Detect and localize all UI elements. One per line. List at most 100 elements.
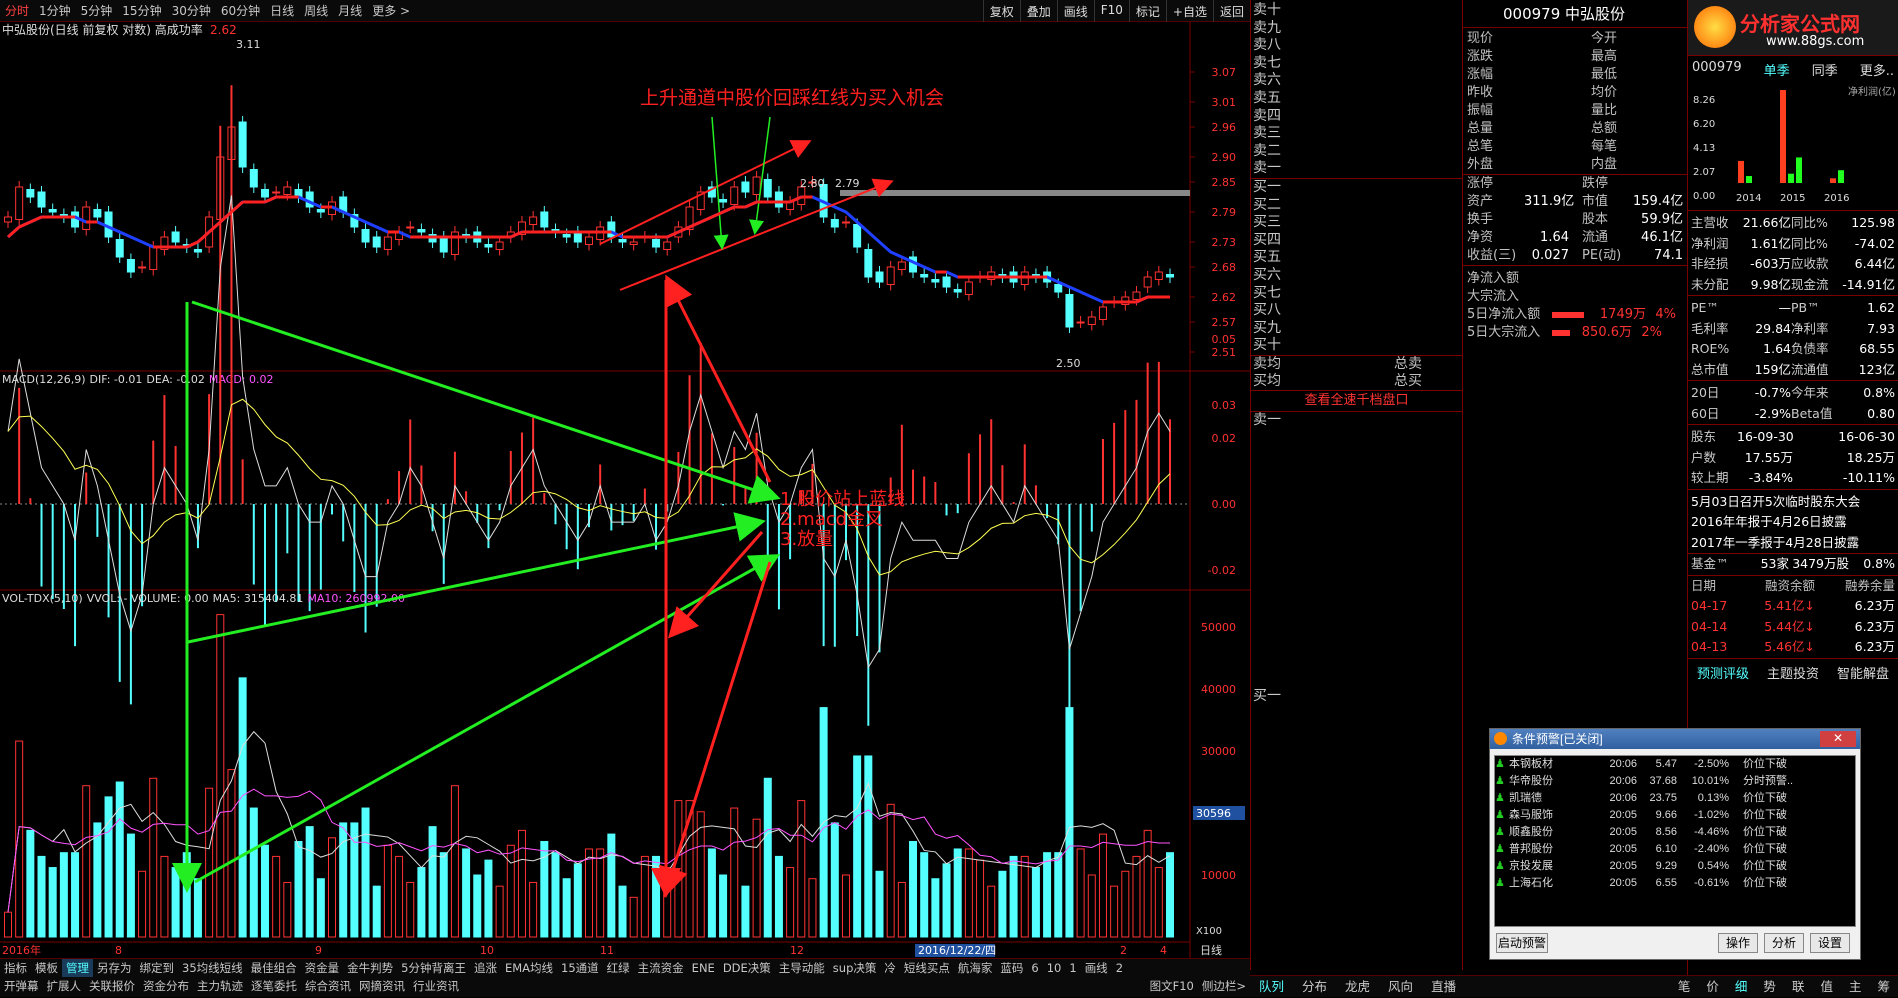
indicator-11[interactable]: EMA均线 [501,959,557,977]
alert-row[interactable]: ♟ 上海石化 20:05 6.55 -0.61% 价位下破 [1495,875,1855,892]
toolbar-button-1[interactable]: 叠加 [1019,0,1057,22]
alert-row[interactable]: ♟ 本钢板材 20:06 5.47 -2.50% 价位下破 [1495,756,1855,773]
indicator-16[interactable]: DDE决策 [719,959,775,977]
price-tick: 2.73 [1212,236,1237,249]
extra-6[interactable]: 综合资讯 [301,977,355,995]
detail-tab-0[interactable]: 队列 [1250,976,1293,997]
tab-more[interactable]: 更多.. [1860,60,1894,79]
detail-tab-4[interactable]: 直播 [1422,976,1465,997]
detail-tab-3[interactable]: 风向 [1379,976,1422,997]
indicator-24[interactable]: 10 [1043,959,1066,977]
alert-row[interactable]: ♟ 普邦股份 20:05 6.10 -2.40% 价位下破 [1495,841,1855,858]
sidebar-tab-2[interactable]: 细 [1727,976,1756,997]
extra-5[interactable]: 逐笔委托 [247,977,301,995]
period-3[interactable]: 15分钟 [117,2,166,19]
toolbar-button-0[interactable]: 复权 [982,0,1020,22]
indicator-8[interactable]: 金牛判势 [343,959,397,977]
alert-row[interactable]: ♟ 顺鑫股份 20:05 8.56 -4.46% 价位下破 [1495,824,1855,841]
indicator-26[interactable]: 画线 [1081,959,1112,977]
indicator-21[interactable]: 航海家 [954,959,997,977]
indicator-13[interactable]: 红绿 [603,959,634,977]
extra-2[interactable]: 关联报价 [85,977,139,995]
fund-cell: 3479万股 [1792,556,1849,571]
indicator-5[interactable]: 35均线短线 [178,959,247,977]
buy-level: 买八 [1253,302,1281,319]
panel-toggle-1[interactable]: 侧边栏> [1198,977,1250,995]
extra-7[interactable]: 网摘资讯 [355,977,409,995]
panel-toggle-0[interactable]: 图文F10 [1146,977,1198,995]
indicator-6[interactable]: 最佳组合 [247,959,301,977]
toolbar-button-5[interactable]: +自选 [1165,0,1213,22]
alert-row[interactable]: ♟ 京投发展 20:05 9.29 0.54% 价位下破 [1495,858,1855,875]
indicator-18[interactable]: sup决策 [829,959,881,977]
tab-quarter[interactable]: 单季 [1764,60,1790,79]
indicator-2[interactable]: 管理 [62,959,93,977]
toolbar-button-2[interactable]: 画线 [1056,0,1094,22]
period-5[interactable]: 60分钟 [216,2,265,19]
indicator-17[interactable]: 主导动能 [775,959,829,977]
detail-tab-2[interactable]: 龙虎 [1336,976,1379,997]
indicator-4[interactable]: 绑定到 [136,959,179,977]
indicator-20[interactable]: 短线买点 [900,959,954,977]
sidebar-tab-1[interactable]: 价 [1698,976,1727,997]
alert-row[interactable]: ♟ 凯瑞德 20:06 23.75 0.13% 价位下破 [1495,790,1855,807]
toolbar-button-4[interactable]: 标记 [1128,0,1166,22]
sidebar-tab-7[interactable]: 筹 [1869,976,1898,997]
indicator-14[interactable]: 主流资金 [634,959,688,977]
indicator-7[interactable]: 资金量 [301,959,344,977]
period-1[interactable]: 1分钟 [34,2,76,19]
news-item[interactable]: 2016年年报于4月26日披露 [1688,512,1898,533]
period-4[interactable]: 30分钟 [167,2,216,19]
indicator-0[interactable]: 指标 [0,959,31,977]
indicator-10[interactable]: 追涨 [470,959,501,977]
analyze-button[interactable]: 分析 [1764,933,1804,953]
indicator-22[interactable]: 蓝码 [996,959,1027,977]
period-9[interactable]: 更多 > [367,2,415,19]
alert-window[interactable]: 条件预警[已关闭] ✕ ♟ 本钢板材 20:06 5.47 -2.50% 价位下破 ♟ 华帝股… [1489,728,1861,960]
period-0[interactable]: 分时 [0,2,34,19]
news-item[interactable]: 5月03日召开5次临时股东大会 [1688,492,1898,513]
close-icon[interactable]: ✕ [1820,731,1856,747]
tab-same-quarter[interactable]: 同季 [1812,60,1838,79]
news-item[interactable]: 2017年一季报于4月28日披露 [1688,533,1898,554]
sidebar-tab-5[interactable]: 值 [1812,976,1841,997]
kline-chart[interactable]: 中弘股份(日线 前复权 对数) 高成功率 2.62 3.07 3.01 2.96 2.… [0,22,1250,958]
indicator-27[interactable]: 2 [1112,959,1127,977]
extra-1[interactable]: 扩展人 [43,977,86,995]
toolbar-button-6[interactable]: 返回 [1212,0,1250,22]
indicator-23[interactable]: 6 [1027,959,1042,977]
sidebar-tab-0[interactable]: 笔 [1670,976,1699,997]
indicator-3[interactable]: 另存为 [93,959,136,977]
full-depth-link[interactable]: 查看全速千档盘口 [1251,389,1462,412]
detail-tab-1[interactable]: 分布 [1293,976,1336,997]
period-6[interactable]: 日线 [265,2,299,19]
extra-4[interactable]: 主力轨迹 [193,977,247,995]
start-alert-button[interactable]: 启动预警 [1496,933,1548,953]
period-2[interactable]: 5分钟 [76,2,118,19]
alert-list[interactable]: ♟ 本钢板材 20:06 5.47 -2.50% 价位下破 ♟ 华帝股份 20:06 37.68 1… [1494,755,1856,927]
extra-0[interactable]: 开弹幕 [0,977,43,995]
tab-ai[interactable]: 智能解盘 [1837,663,1889,682]
volume-bar [1121,870,1130,938]
extra-3[interactable]: 资金分布 [139,977,193,995]
indicator-15[interactable]: ENE [688,959,719,977]
settings-button[interactable]: 设置 [1810,933,1850,953]
operate-button[interactable]: 操作 [1718,933,1758,953]
extra-8[interactable]: 行业资讯 [409,977,463,995]
indicator-1[interactable]: 模板 [31,959,62,977]
period-8[interactable]: 月线 [333,2,367,19]
indicator-12[interactable]: 15通道 [557,959,603,977]
sidebar-tab-4[interactable]: 联 [1784,976,1813,997]
toolbar-button-3[interactable]: F10 [1093,0,1129,22]
sidebar-tab-3[interactable]: 势 [1755,976,1784,997]
period-7[interactable]: 周线 [299,2,333,19]
tab-rating[interactable]: 预测评级 [1697,663,1749,682]
tab-theme[interactable]: 主题投资 [1767,663,1819,682]
alert-row[interactable]: ♟ 森马服饰 20:05 9.66 -1.02% 价位下破 [1495,807,1855,824]
indicator-9[interactable]: 5分钟背离王 [397,959,470,977]
alert-cell: 9.29 [1655,860,1677,872]
sidebar-tab-6[interactable]: 主 [1841,976,1870,997]
alert-row[interactable]: ♟ 华帝股份 20:06 37.68 10.01% 分时预警.. [1495,773,1855,790]
indicator-19[interactable]: 冷 [880,959,900,977]
indicator-25[interactable]: 1 [1065,959,1080,977]
